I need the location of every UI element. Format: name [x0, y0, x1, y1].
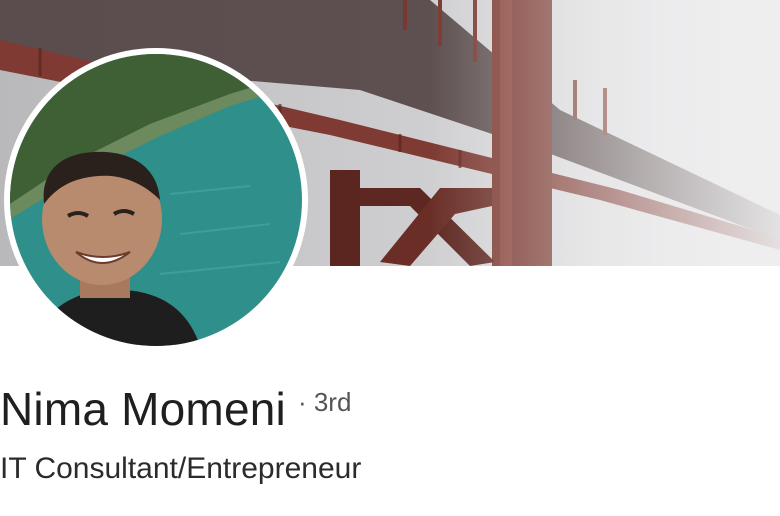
- profile-name[interactable]: Nima Momeni: [0, 382, 286, 436]
- selfie-image: [10, 54, 302, 346]
- profile-photo: [10, 54, 302, 346]
- connection-degree: · 3rd: [297, 387, 352, 417]
- name-row: Nima Momeni · 3rd: [0, 382, 351, 442]
- profile-card: Nima Momeni · 3rd IT Consultant/Entrepre…: [0, 0, 780, 516]
- profile-headline: IT Consultant/Entrepreneur: [0, 452, 362, 485]
- avatar[interactable]: [4, 48, 308, 352]
